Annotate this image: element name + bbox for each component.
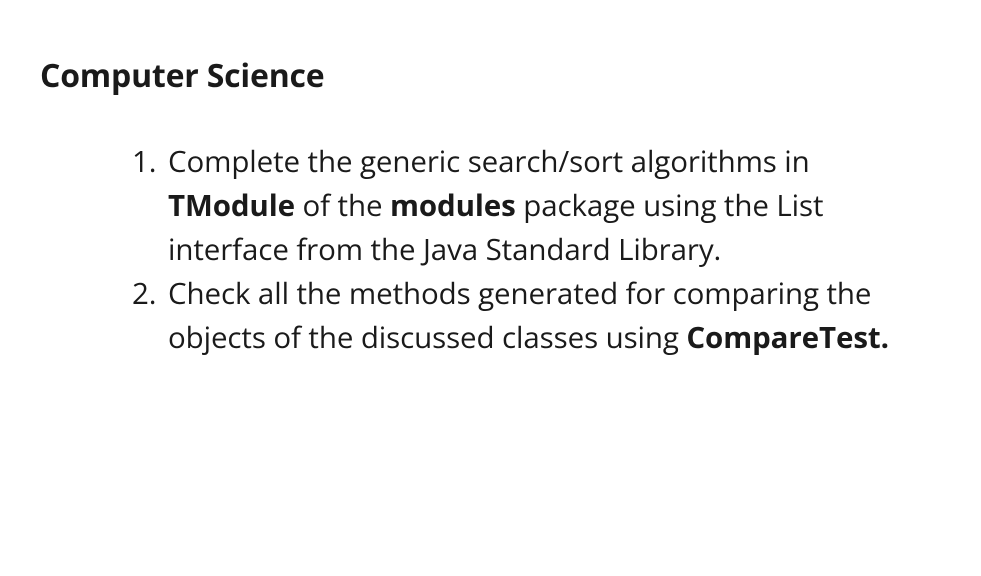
list-item: Check all the methods generated for comp…: [132, 271, 941, 359]
text-part-bold: CompareTest.: [686, 316, 889, 357]
section-heading: Computer Science: [40, 54, 941, 97]
text-part-bold: modules: [390, 184, 516, 225]
text-part-bold: TModule: [168, 184, 295, 225]
list-item: Complete the generic search/sort algorit…: [132, 139, 941, 271]
text-part: of the: [295, 184, 390, 225]
instruction-list: Complete the generic search/sort algorit…: [40, 139, 941, 359]
text-part: Complete the generic search/sort algorit…: [168, 140, 810, 181]
